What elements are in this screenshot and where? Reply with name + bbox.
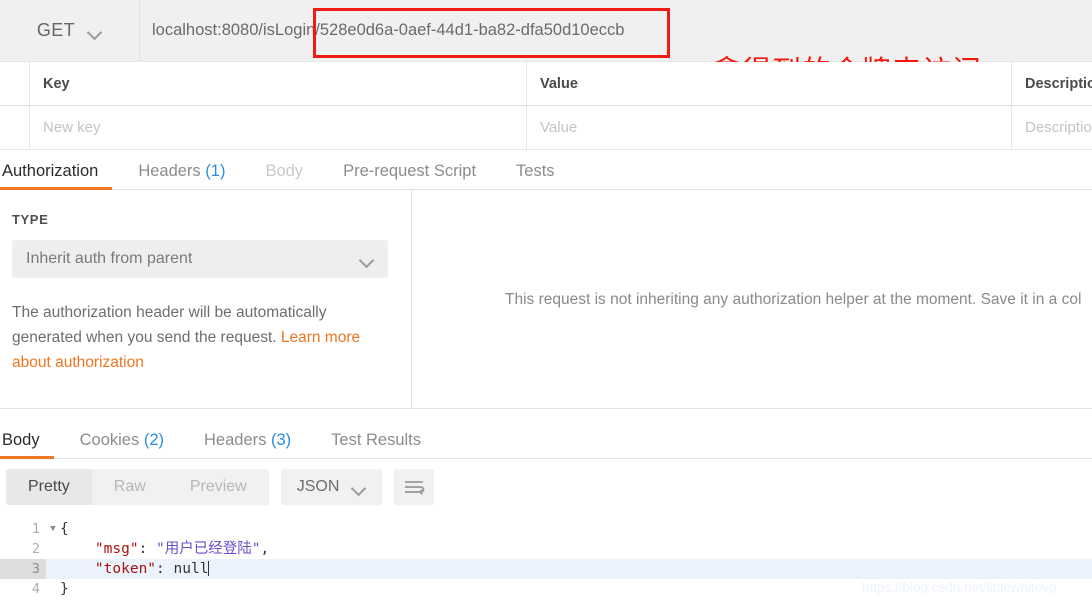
- chevron-down-icon: [89, 27, 102, 35]
- response-tab-headers-count: (3): [270, 430, 292, 449]
- response-tabs: Body Cookies (2) Headers (3) Test Result…: [0, 419, 1092, 459]
- tab-authorization[interactable]: Authorization: [0, 161, 118, 190]
- header-cell-key: Key: [30, 62, 527, 105]
- code-line: 2 "msg": "用户已经登陆",: [0, 539, 1092, 559]
- word-wrap-button[interactable]: [394, 469, 435, 505]
- request-tabs: Authorization Headers (1) Body Pre-reque…: [0, 150, 1092, 190]
- fold-toggle-icon[interactable]: ▼: [46, 519, 60, 539]
- row-description-input[interactable]: Description: [1012, 106, 1092, 149]
- line-number: 1: [31, 521, 40, 537]
- postman-window: GET localhost:8080/isLogin/528e0d6a-0aef…: [0, 0, 1092, 610]
- auth-type-label: TYPE: [12, 212, 49, 227]
- chevron-down-icon: [353, 483, 366, 491]
- tab-headers-label: Headers: [138, 161, 201, 180]
- code-line: 3 "token": null: [0, 559, 1092, 579]
- tab-body[interactable]: Body: [245, 161, 323, 190]
- auth-type-section: TYPE Inherit auth from parent The author…: [0, 190, 412, 409]
- code-text: }: [60, 581, 69, 597]
- horizontal-scrollbar[interactable]: [0, 604, 1092, 610]
- response-format-value: JSON: [296, 478, 340, 495]
- view-mode-pretty[interactable]: Pretty: [6, 469, 92, 505]
- header-cell-value: Value: [527, 62, 1012, 105]
- auth-description: The authorization header will be automat…: [12, 300, 394, 375]
- url-text: localhost:8080/isLogin/528e0d6a-0aef-44d…: [152, 21, 625, 39]
- authorization-panel: TYPE Inherit auth from parent The author…: [0, 190, 1092, 409]
- response-toolbar: Pretty Raw Preview JSON: [0, 469, 435, 505]
- tab-tests[interactable]: Tests: [496, 161, 575, 190]
- view-mode-preview[interactable]: Preview: [168, 469, 269, 505]
- text-cursor: [208, 561, 210, 576]
- code-line: 1 ▼{: [0, 519, 1092, 539]
- watermark: https://blog.csdn.net/littlewhitevg: [862, 580, 1057, 595]
- tab-pre-request-script-label: Pre-request Script: [343, 161, 477, 180]
- response-tab-cookies-count: (2): [143, 430, 164, 449]
- auth-type-select[interactable]: Inherit auth from parent: [12, 240, 388, 278]
- line-number: 2: [31, 541, 40, 557]
- header-cell-check: [0, 62, 30, 105]
- row-checkbox[interactable]: [0, 106, 30, 149]
- word-wrap-icon: [405, 481, 425, 495]
- view-mode-raw[interactable]: Raw: [92, 469, 168, 505]
- response-format-select[interactable]: JSON: [280, 469, 383, 505]
- tab-authorization-label: Authorization: [2, 161, 99, 180]
- view-mode-group: Pretty Raw Preview: [6, 469, 269, 505]
- params-table-header: Key Value Description: [0, 62, 1092, 106]
- response-tab-headers-label: Headers: [204, 430, 267, 449]
- chevron-down-icon: [361, 255, 374, 263]
- response-tab-body[interactable]: Body: [0, 430, 60, 459]
- auth-info-section: This request is not inheriting any autho…: [413, 190, 1092, 409]
- tab-headers-count: (1): [205, 161, 226, 180]
- tab-headers[interactable]: Headers (1): [118, 161, 245, 190]
- http-method-selector[interactable]: GET: [0, 0, 140, 61]
- auth-description-text: The authorization header will be automat…: [12, 304, 327, 347]
- response-tab-test-results[interactable]: Test Results: [311, 430, 441, 459]
- params-table: Key Value Description New key Value Desc…: [0, 62, 1092, 150]
- line-number: 4: [31, 581, 40, 597]
- row-key-input[interactable]: New key: [30, 106, 527, 149]
- table-row[interactable]: New key Value Description: [0, 106, 1092, 150]
- code-text: "msg": "用户已经登陆",: [94, 541, 270, 557]
- response-tab-cookies[interactable]: Cookies (2): [60, 430, 184, 459]
- code-text: {: [60, 521, 69, 537]
- auth-type-value: Inherit auth from parent: [26, 250, 193, 267]
- auth-inherit-message: This request is not inheriting any autho…: [505, 290, 1082, 308]
- row-value-input[interactable]: Value: [527, 106, 1012, 149]
- line-number: 3: [0, 559, 46, 579]
- tab-pre-request-script[interactable]: Pre-request Script: [323, 161, 496, 190]
- tab-body-label: Body: [265, 161, 304, 180]
- response-tab-cookies-label: Cookies: [79, 430, 140, 449]
- http-method-label: GET: [36, 20, 76, 40]
- tab-tests-label: Tests: [516, 161, 555, 180]
- header-cell-description: Description: [1025, 75, 1092, 92]
- response-tab-test-results-label: Test Results: [331, 430, 422, 449]
- code-text: "token": null: [94, 561, 210, 577]
- response-tab-body-label: Body: [2, 430, 40, 449]
- response-tab-headers[interactable]: Headers (3): [184, 430, 311, 459]
- response-body-editor[interactable]: 1 ▼{2 "msg": "用户已经登陆", 3 "token": null 4}: [0, 519, 1092, 610]
